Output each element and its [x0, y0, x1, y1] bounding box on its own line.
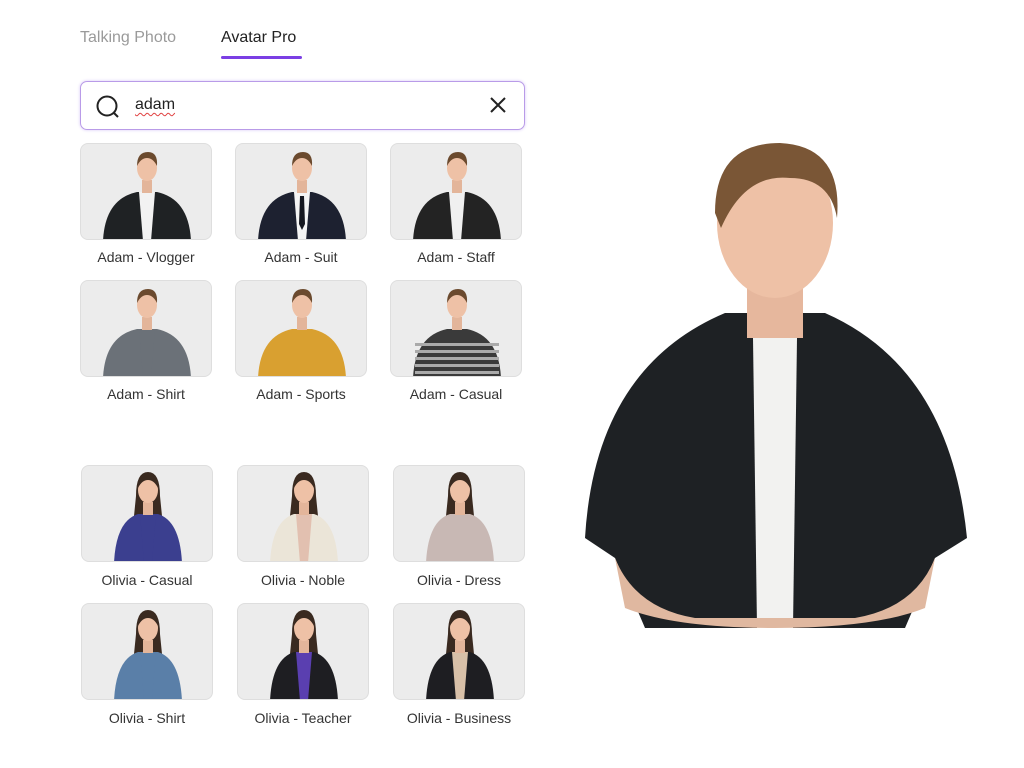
avatar-label: Olivia - Noble	[260, 572, 346, 588]
avatar-label: Adam - Staff	[417, 249, 495, 265]
avatar-label: Adam - Shirt	[107, 386, 185, 402]
avatar-label: Adam - Vlogger	[97, 249, 195, 265]
avatar-thumbnail	[270, 472, 338, 561]
avatar-card[interactable]	[80, 143, 212, 240]
avatar-thumbnail	[114, 472, 182, 561]
avatar-thumbnail	[413, 152, 501, 239]
avatar-thumbnail	[258, 289, 346, 376]
avatar-card[interactable]	[393, 465, 525, 562]
avatar-thumbnail	[258, 152, 346, 239]
avatar-card[interactable]	[393, 603, 525, 700]
search-icon	[96, 95, 119, 118]
avatar-thumbnail	[270, 610, 338, 699]
avatar-label: Adam - Casual	[409, 386, 503, 402]
avatar-preview	[585, 143, 967, 628]
avatar-label: Adam - Suit	[264, 249, 338, 265]
close-icon[interactable]	[488, 95, 508, 115]
avatar-card[interactable]	[237, 603, 369, 700]
avatar-card[interactable]	[390, 280, 522, 377]
tab-avatar-pro[interactable]: Avatar Pro	[221, 29, 296, 47]
avatar-thumbnail	[426, 610, 494, 699]
avatar-card[interactable]	[237, 465, 369, 562]
avatar-card[interactable]	[80, 280, 212, 377]
avatar-label: Olivia - Teacher	[254, 710, 352, 726]
search-box[interactable]: adam	[80, 81, 525, 130]
avatar-label: Olivia - Casual	[101, 572, 193, 588]
tab-talking-photo[interactable]: Talking Photo	[80, 29, 176, 47]
search-input[interactable]: adam	[135, 96, 175, 114]
avatar-label: Olivia - Dress	[416, 572, 501, 588]
avatar-label: Adam - Sports	[256, 386, 346, 402]
avatar-thumbnail	[103, 289, 191, 376]
avatar-label: Olivia - Shirt	[108, 710, 186, 726]
avatar-card[interactable]	[235, 143, 367, 240]
avatar-thumbnail	[426, 472, 494, 561]
avatar-card[interactable]	[81, 465, 213, 562]
active-tab-indicator	[221, 56, 302, 59]
avatar-card[interactable]	[81, 603, 213, 700]
avatar-thumbnail	[413, 289, 501, 376]
avatar-card[interactable]	[235, 280, 367, 377]
avatar-card[interactable]	[390, 143, 522, 240]
avatar-thumbnail	[114, 610, 182, 699]
avatar-label: Olivia - Business	[406, 710, 512, 726]
avatar-thumbnail	[103, 152, 191, 239]
